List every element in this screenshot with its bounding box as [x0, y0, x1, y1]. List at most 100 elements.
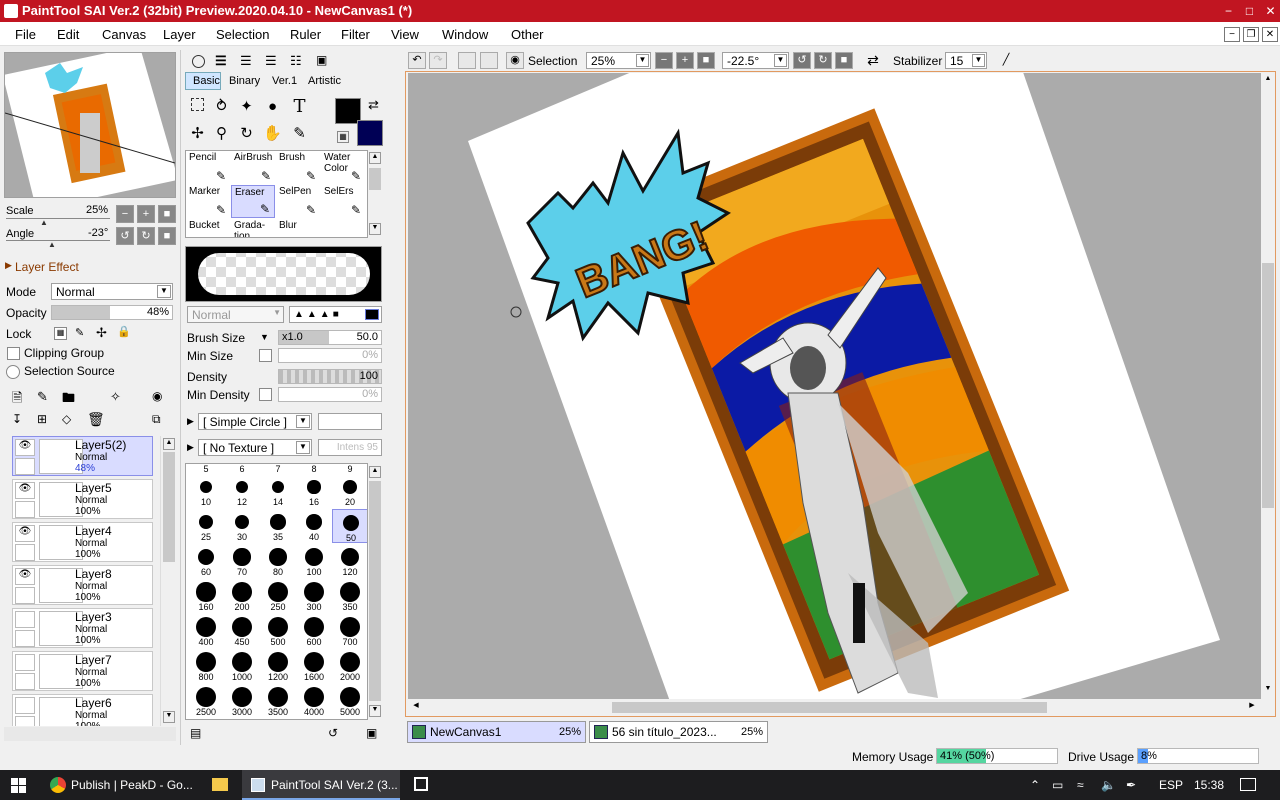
size-preset[interactable]: 1200 — [260, 649, 296, 683]
toolbar-zoom-in-icon[interactable]: + — [676, 52, 694, 69]
brush-shape-select[interactable]: [ Simple Circle ] ▼ — [198, 413, 312, 430]
volume-icon[interactable]: 🔈 — [1101, 770, 1116, 800]
toolbar-zoom-reset-icon[interactable]: ■ — [697, 52, 715, 69]
canvas-scroll-up-icon[interactable]: ▲ — [1262, 75, 1274, 87]
menu-window[interactable]: Window — [442, 27, 488, 42]
chrome-icon[interactable] — [50, 777, 66, 793]
hand-icon[interactable]: ✋ — [261, 123, 284, 145]
brush-tool-grada-tion[interactable]: Grada-tion✎ — [231, 219, 275, 237]
taskbar-app-chrome[interactable]: Publish | PeakD - Go... — [71, 770, 193, 800]
shape-icon[interactable]: ● — [261, 96, 284, 118]
merge-down-icon[interactable]: ↧ — [12, 412, 22, 426]
size-preset[interactable]: 4000 — [296, 684, 332, 718]
brush-scroll-up-icon[interactable]: ▲ — [369, 152, 381, 164]
lock-all-icon[interactable]: 🔒 — [117, 325, 131, 338]
pen-icon[interactable]: ✒ — [1126, 770, 1136, 800]
min-density-checkbox[interactable] — [259, 388, 272, 401]
shape-expand-icon[interactable]: ▶ — [187, 416, 194, 427]
size-preset[interactable]: 70 — [224, 544, 260, 578]
menu-view[interactable]: View — [391, 27, 419, 42]
menu-filter[interactable]: Filter — [341, 27, 370, 42]
canvas-hscrollbar[interactable]: ◀ ▶ — [408, 700, 1261, 715]
rotate-left-icon[interactable]: ↺ — [116, 227, 134, 245]
size-preset[interactable]: 100 — [296, 544, 332, 578]
size-preset[interactable]: 12 — [224, 474, 260, 508]
lasso-icon[interactable]: ⥁ — [210, 96, 233, 118]
wifi-icon[interactable]: ≈ — [1077, 770, 1084, 800]
size-preset[interactable]: 80 — [260, 544, 296, 578]
deselect-icon[interactable] — [458, 52, 476, 69]
canvas-vscroll-thumb[interactable] — [1262, 263, 1274, 508]
brush-tool-brush[interactable]: Brush ✎ — [276, 151, 320, 184]
size-preset[interactable]: 25 — [188, 509, 224, 543]
shape-strength-field[interactable] — [318, 413, 382, 430]
mdi-minimize-icon[interactable]: − — [1224, 27, 1240, 42]
line-tool-icon[interactable]: ╱ — [997, 52, 1015, 69]
brush-tool-airbrush[interactable]: AirBrush ✎ — [231, 151, 275, 184]
texture-select[interactable]: [ No Texture ] ▼ — [198, 439, 312, 456]
selection-visibility-icon[interactable]: ◉ — [506, 52, 524, 69]
tab-basic[interactable]: Basic — [185, 72, 221, 90]
layer-lock-toggle[interactable] — [15, 458, 35, 475]
lock-transparency-icon[interactable]: ▦ — [54, 327, 67, 340]
size-preset[interactable]: 50 — [332, 509, 367, 543]
zoom-out-icon[interactable]: − — [116, 205, 134, 223]
reset-icon[interactable]: ↺ — [328, 726, 338, 740]
visibility-toggle[interactable]: 👁 — [15, 525, 35, 542]
tray-chevron-icon[interactable]: ⌃ — [1030, 770, 1040, 800]
brush-tool-selpen[interactable]: SelPen ✎ — [276, 185, 320, 218]
size-preset[interactable]: 14 — [260, 474, 296, 508]
size-preset[interactable]: 700 — [332, 614, 367, 648]
background-color[interactable] — [357, 120, 383, 146]
new-linework-layer-icon[interactable]: ✎ — [37, 389, 48, 405]
min-size-slider[interactable]: 0% — [278, 348, 382, 363]
hardness-selected-icon[interactable] — [365, 309, 379, 320]
layer-effect-title[interactable]: Layer Effect — [15, 260, 79, 274]
move-icon[interactable]: ✢ — [186, 123, 209, 145]
toolbar-zoom-out-icon[interactable]: − — [655, 52, 673, 69]
angle-select[interactable]: -22.5° ▼ — [722, 52, 789, 69]
menu-other[interactable]: Other — [511, 27, 544, 42]
layer-lock-toggle[interactable] — [15, 544, 35, 561]
canvas-scroll-right-icon[interactable]: ▶ — [1246, 701, 1258, 713]
mask-icon[interactable]: ◉ — [152, 389, 162, 403]
menu-layer[interactable]: Layer — [163, 27, 196, 42]
canvas-scroll-left-icon[interactable]: ◀ — [410, 701, 422, 713]
brush-tool-water-color[interactable]: Water Color ✎ — [321, 151, 365, 184]
battery-icon[interactable]: ▭ — [1052, 770, 1063, 800]
min-size-checkbox[interactable] — [259, 349, 272, 362]
brush-tool-eraser[interactable]: Eraser ✎ — [231, 185, 275, 218]
view-detail-icon[interactable]: ☰ — [240, 53, 252, 69]
layer-lock-toggle[interactable] — [15, 630, 35, 647]
menu-edit[interactable]: Edit — [57, 27, 79, 42]
lock-move-icon[interactable]: ✢ — [96, 325, 107, 341]
notification-icon[interactable] — [1240, 778, 1256, 791]
toolbar-rotate-right-icon[interactable]: ↻ — [814, 52, 832, 69]
scroll-up-icon[interactable]: ▲ — [163, 438, 175, 450]
brush-scroll-thumb[interactable] — [369, 168, 381, 190]
menu-canvas[interactable]: Canvas — [102, 27, 146, 42]
size-preset[interactable]: 5000 — [332, 684, 367, 718]
new-layer-icon[interactable]: 🗎 — [12, 389, 22, 411]
brush-tool-selers[interactable]: SelErs ✎ — [321, 185, 365, 218]
size-preset[interactable]: 350 — [332, 579, 367, 613]
opacity-slider[interactable]: 48% — [51, 305, 173, 320]
save-icon[interactable]: ▣ — [366, 726, 377, 740]
size-preset[interactable]: 20 — [332, 474, 367, 508]
scale-slider[interactable] — [6, 218, 110, 219]
language-indicator[interactable]: ESP — [1159, 770, 1183, 800]
visibility-toggle[interactable]: 👁 — [15, 568, 35, 585]
navigator-preview[interactable] — [2, 45, 179, 210]
zoom-in-icon[interactable]: + — [137, 205, 155, 223]
size-preset[interactable]: 500 — [260, 614, 296, 648]
mode-select[interactable]: Normal ▼ — [51, 283, 173, 300]
clear-layer-icon[interactable]: ◇ — [62, 412, 71, 426]
layer-effect-arrow-icon[interactable]: ▶ — [5, 260, 12, 271]
transparent-color-icon[interactable]: ▦ — [337, 131, 349, 143]
size-scrollbar[interactable]: ▲ ▼ — [368, 463, 382, 720]
size-preset[interactable]: 35 — [260, 509, 296, 543]
brush-tool-bucket[interactable]: Bucket✎ — [186, 219, 230, 237]
brush-size-slider[interactable]: x1.0 50.0 — [278, 330, 382, 345]
layer-row[interactable]: 👁 Layer4 Normal 100% — [12, 522, 153, 562]
flip-horizontal-icon[interactable]: ⇄ — [864, 52, 882, 69]
